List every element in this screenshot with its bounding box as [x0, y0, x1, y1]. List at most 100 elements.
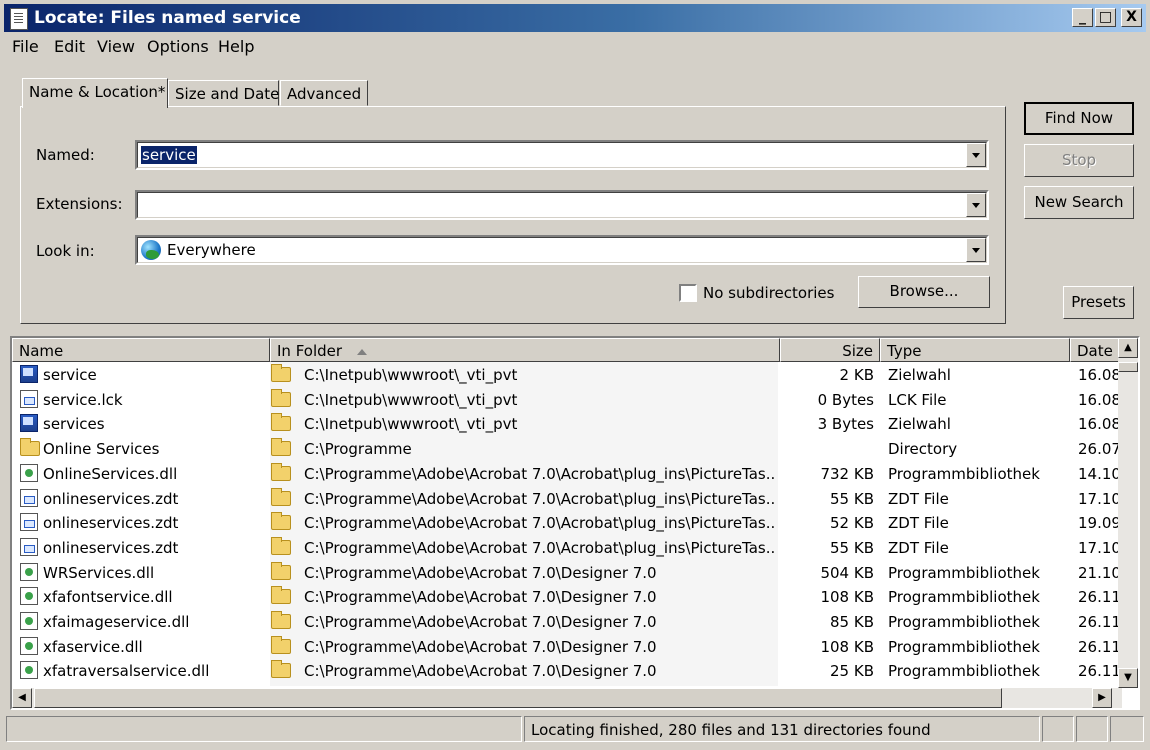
table-row[interactable]: onlineservices.zdt C:\Programme\Adobe\Acr…: [12, 536, 1122, 561]
minimize-button[interactable]: _: [1072, 8, 1093, 27]
table-row[interactable]: service C:\Inetpub\wwwroot\_vti_pvt 2 KB Zi…: [12, 363, 1122, 388]
folder-icon: [271, 388, 291, 407]
file-icon: [20, 488, 38, 507]
status-panel-4: [1076, 716, 1108, 742]
row-name: services: [43, 415, 105, 434]
dll-icon: [20, 661, 38, 680]
row-folder: C:\Programme: [304, 440, 412, 459]
lookin-combo[interactable]: Everywhere: [135, 235, 989, 265]
stop-button[interactable]: Stop: [1024, 144, 1134, 177]
table-row[interactable]: xfaservice.dll C:\Programme\Adobe\Acrobat…: [12, 635, 1122, 660]
title-bar[interactable]: Locate: Files named service _ □ X: [4, 4, 1146, 32]
tab-panel: Named: service Extensions: Look in: Ever…: [20, 106, 1006, 324]
new-search-button[interactable]: New Search: [1024, 186, 1134, 219]
find-now-button[interactable]: Find Now: [1024, 102, 1134, 135]
row-date: 17.10: [1078, 489, 1118, 508]
table-row[interactable]: services C:\Inetpub\wwwroot\_vti_pvt 3 Byt…: [12, 412, 1122, 437]
named-dropdown-button[interactable]: [966, 143, 986, 167]
row-date: 14.10: [1078, 464, 1118, 483]
extensions-combo[interactable]: [135, 190, 989, 220]
maximize-button[interactable]: □: [1095, 8, 1116, 27]
row-size: 0 Bytes: [817, 390, 874, 409]
row-date: 26.11: [1078, 662, 1118, 681]
row-folder: C:\Programme\Adobe\Acrobat 7.0\Acrobat\p…: [304, 489, 776, 508]
row-folder: C:\Inetpub\wwwroot\_vti_pvt: [304, 390, 518, 409]
globe-icon: [141, 240, 161, 260]
vertical-scroll-thumb[interactable]: [1118, 362, 1138, 372]
row-type: Programmbibliothek: [888, 613, 1040, 631]
file-icon: [20, 537, 38, 556]
table-row[interactable]: onlineservices.zdt C:\Programme\Adobe\Acr…: [12, 487, 1122, 512]
size-grip[interactable]: [1110, 716, 1144, 742]
scroll-down-button[interactable]: ▼: [1118, 668, 1138, 688]
folder-icon: [271, 660, 291, 679]
table-row[interactable]: xfafontservice.dll C:\Programme\Adobe\Acr…: [12, 585, 1122, 610]
row-name: xfatraversalservice.dll: [43, 662, 210, 681]
folder-icon: [271, 561, 291, 580]
row-type: Programmbibliothek: [888, 563, 1040, 582]
row-date: 19.09: [1078, 514, 1118, 533]
file-icon: [20, 513, 38, 532]
table-row[interactable]: xfatraversalservice.dll C:\Programme\Adob…: [12, 659, 1122, 684]
folder-icon: [271, 438, 291, 457]
row-type: Directory: [888, 440, 958, 459]
row-type: Zielwahl: [888, 415, 951, 434]
column-header-folder[interactable]: In Folder: [270, 338, 780, 362]
no-subdirectories-checkbox[interactable]: [679, 284, 697, 302]
shortcut-icon: [20, 365, 38, 383]
extensions-dropdown-button[interactable]: [966, 193, 986, 217]
row-name: onlineservices.zdt: [43, 538, 179, 557]
menu-file[interactable]: File: [12, 37, 39, 56]
column-header-size[interactable]: Size: [780, 338, 880, 362]
row-date: 16.08: [1078, 390, 1118, 409]
row-size: 3 Bytes: [817, 415, 874, 434]
menu-view[interactable]: View: [97, 37, 135, 56]
table-row[interactable]: Online Services C:\Programme Directory 26.0…: [12, 437, 1122, 462]
row-size: 55 KB: [830, 489, 874, 508]
tab-name-location[interactable]: Name & Location*: [22, 78, 168, 108]
row-name: service: [43, 366, 97, 384]
folder-icon: [271, 487, 291, 506]
table-row[interactable]: onlineservices.zdt C:\Programme\Adobe\Acr…: [12, 511, 1122, 536]
tab-size-date[interactable]: Size and Date: [168, 80, 279, 106]
table-row[interactable]: service.lck C:\Inetpub\wwwroot\_vti_pvt 0 …: [12, 388, 1122, 413]
shortcut-icon: [20, 414, 38, 433]
browse-button[interactable]: Browse...: [858, 276, 990, 308]
folder-icon: [271, 635, 291, 654]
row-size: 108 KB: [820, 588, 874, 607]
menu-options[interactable]: Options: [147, 37, 209, 56]
scroll-right-button[interactable]: ▶: [1092, 688, 1112, 708]
table-row[interactable]: OnlineServices.dll C:\Programme\Adobe\Acr…: [12, 462, 1122, 487]
row-folder: C:\Programme\Adobe\Acrobat 7.0\Designer …: [304, 563, 657, 582]
menu-help[interactable]: Help: [218, 37, 254, 56]
presets-button[interactable]: Presets: [1063, 286, 1134, 319]
scroll-up-button[interactable]: ▲: [1118, 338, 1138, 358]
row-type: Programmbibliothek: [888, 464, 1040, 483]
close-button[interactable]: X: [1121, 8, 1142, 27]
row-folder: C:\Inetpub\wwwroot\_vti_pvt: [304, 366, 518, 384]
status-bar: Locating finished, 280 files and 131 dir…: [4, 716, 1146, 744]
row-date: 26.11: [1078, 637, 1118, 656]
results-list[interactable]: Name In Folder Size Type Date service C:\…: [10, 336, 1140, 710]
table-row[interactable]: xfaimageservice.dll C:\Programme\Adobe\Ac…: [12, 610, 1122, 635]
lookin-dropdown-button[interactable]: [966, 238, 986, 262]
row-name: onlineservices.zdt: [43, 489, 179, 508]
named-input[interactable]: service: [141, 146, 197, 164]
column-header-name[interactable]: Name: [12, 338, 270, 362]
table-row[interactable]: WRServices.dll C:\Programme\Adobe\Acrobat…: [12, 561, 1122, 586]
status-message: Locating finished, 280 files and 131 dir…: [524, 716, 1040, 742]
named-label: Named:: [36, 146, 95, 164]
tab-advanced[interactable]: Advanced: [280, 80, 368, 106]
locate-window: Locate: Files named service _ □ X File E…: [0, 0, 1150, 750]
column-header-type[interactable]: Type: [880, 338, 1070, 362]
scroll-left-button[interactable]: ◀: [12, 688, 32, 708]
row-name: WRServices.dll: [43, 563, 155, 582]
row-name: service.lck: [43, 390, 123, 409]
horizontal-scroll-thumb[interactable]: [34, 688, 1002, 708]
named-combo[interactable]: service: [135, 140, 989, 170]
horizontal-scrollbar[interactable]: ◀ ▶: [12, 688, 1122, 708]
dll-icon: [20, 562, 38, 581]
vertical-scrollbar[interactable]: ▲ ▼: [1118, 338, 1138, 688]
row-name: xfaservice.dll: [43, 637, 143, 656]
menu-edit[interactable]: Edit: [54, 37, 85, 56]
